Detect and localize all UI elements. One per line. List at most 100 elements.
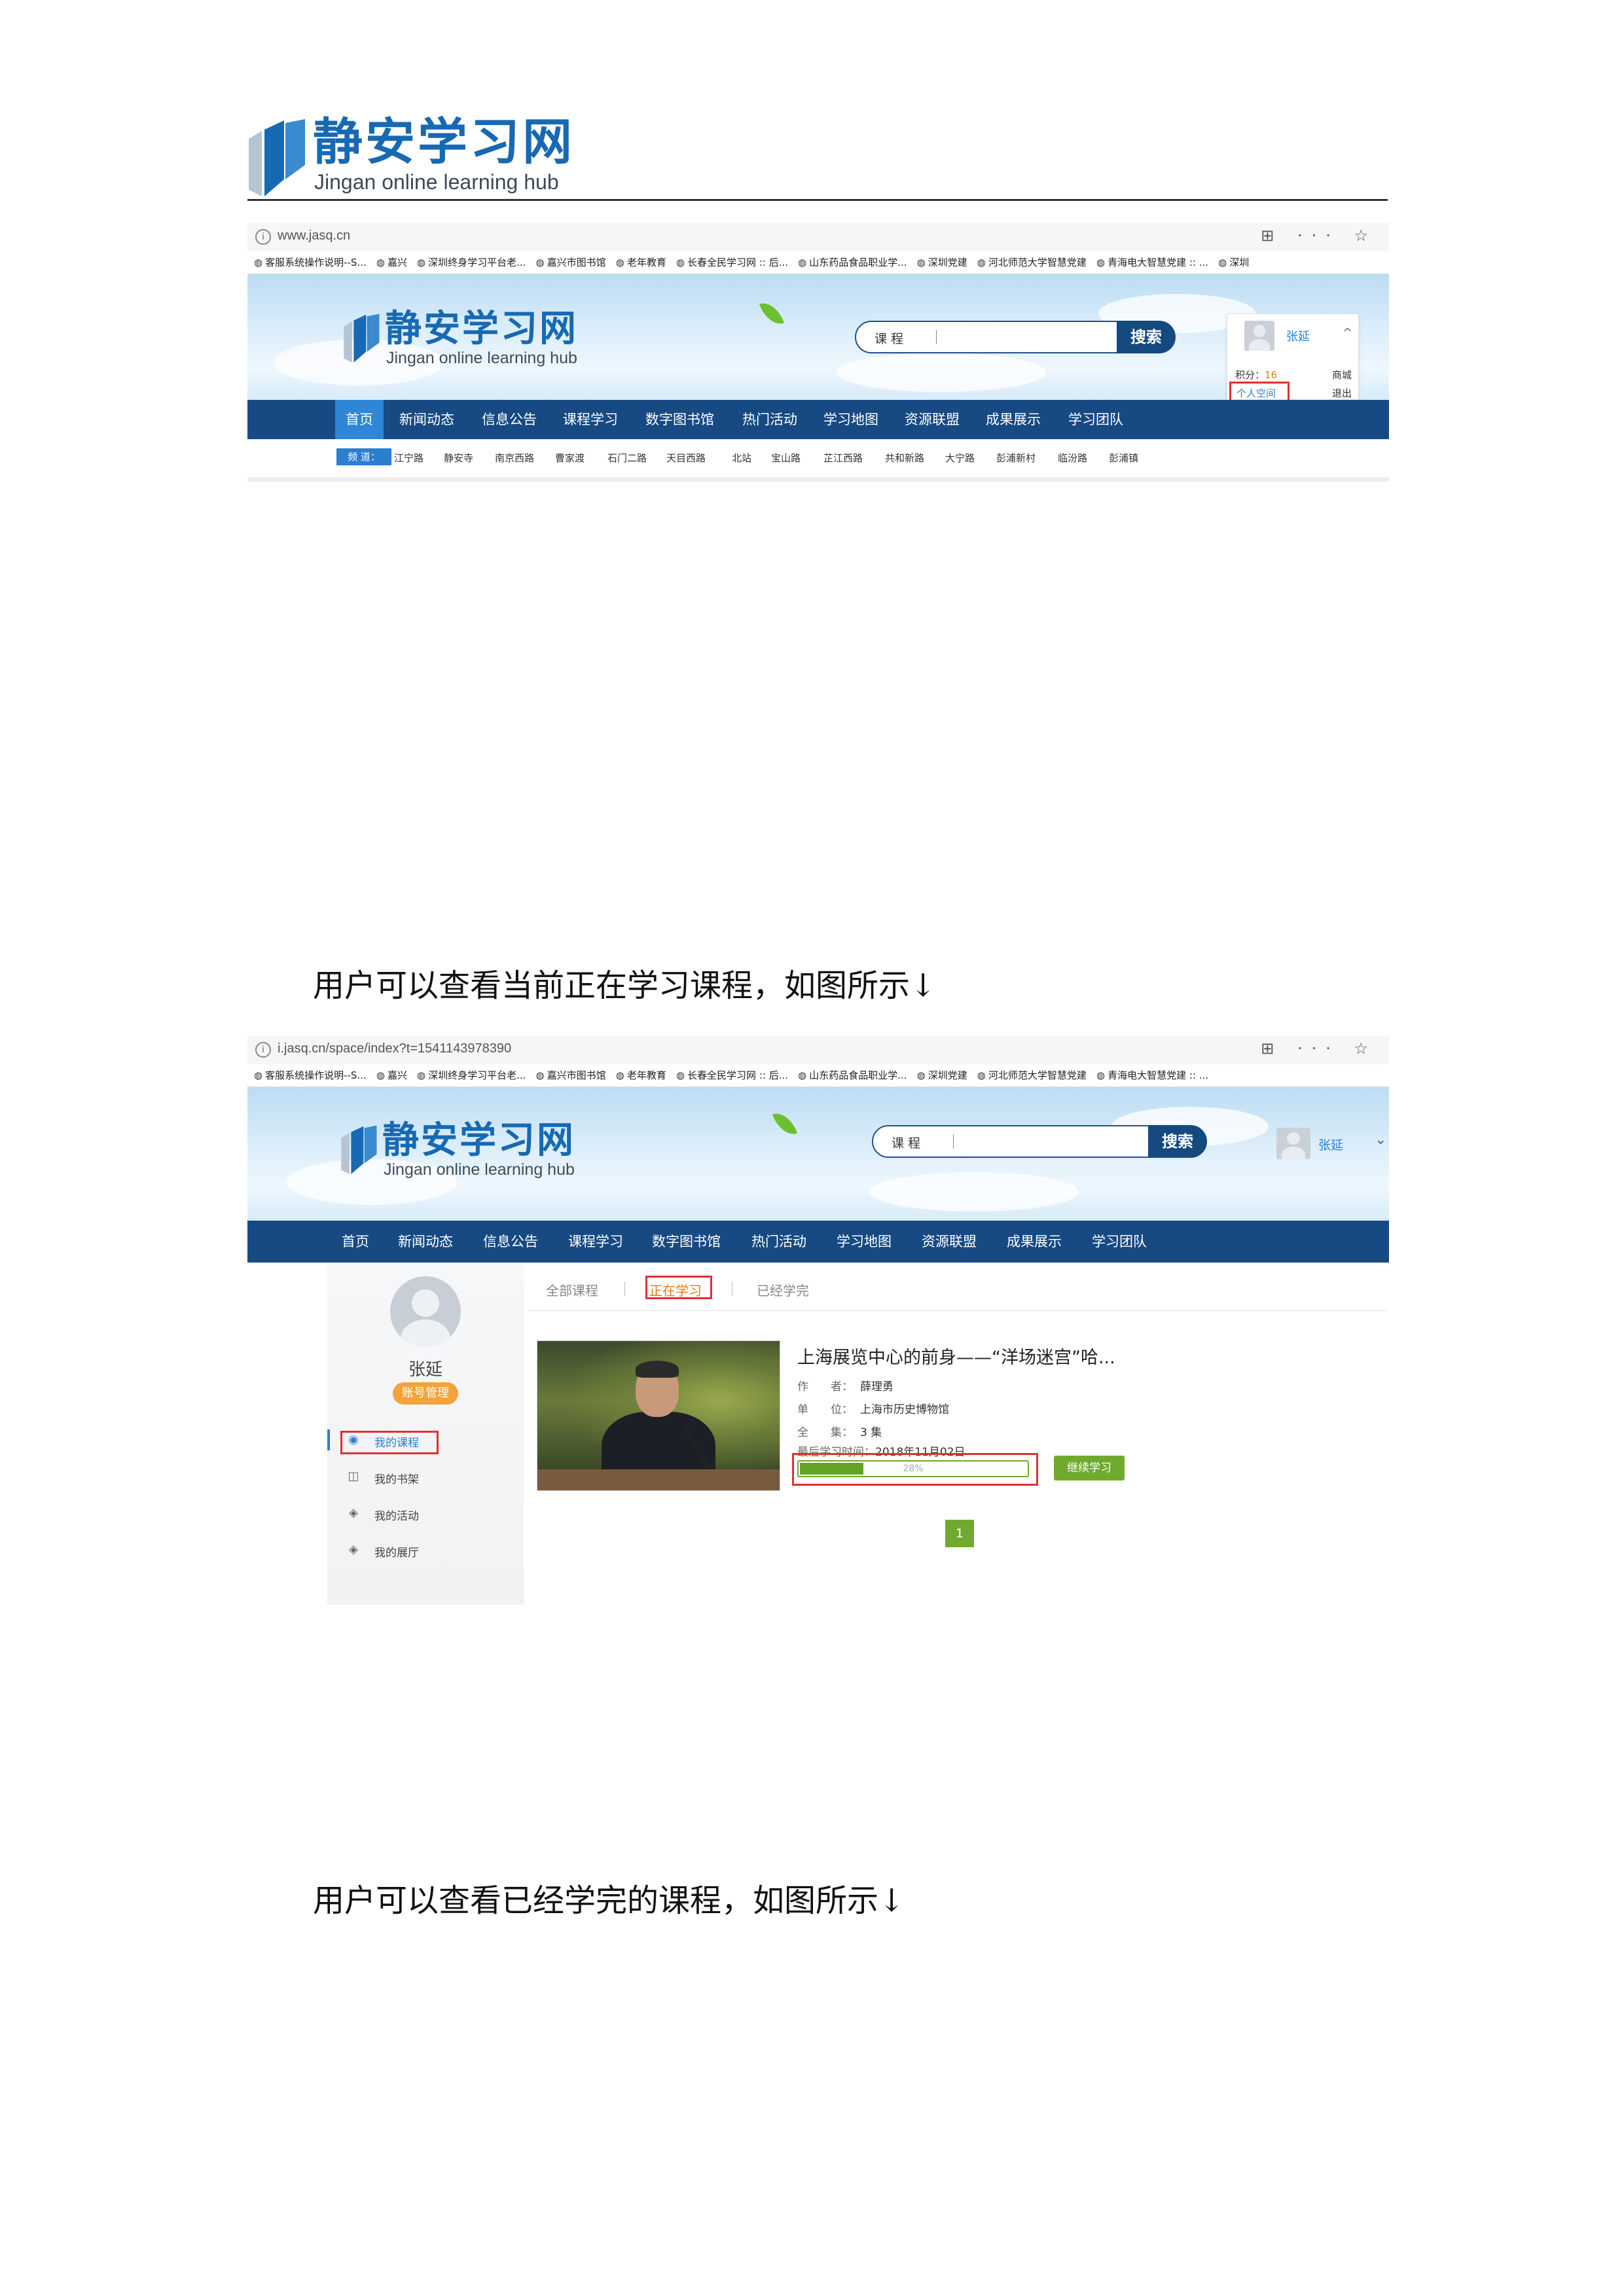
user-name[interactable]: 张延 — [1286, 327, 1310, 344]
browser-tools-icon[interactable]: ⊞ ··· ☆ — [1261, 226, 1377, 245]
nav-item[interactable]: 成果展示 — [1007, 1221, 1062, 1263]
channel-link[interactable]: 北站 — [732, 451, 751, 465]
channel-link[interactable]: 宝山路 — [771, 451, 801, 465]
bookmark-item[interactable]: 深圳终身学习平台老... — [417, 251, 526, 274]
bookmark-item[interactable]: 老年教育 — [616, 251, 666, 274]
info-icon[interactable]: i — [255, 1042, 271, 1058]
bookmark-item[interactable]: 客服系统操作说明--S... — [254, 251, 367, 274]
bookmark-item[interactable]: 青海电大智慧党建 :: ... — [1096, 1064, 1208, 1086]
mall-link[interactable]: 商城 — [1332, 368, 1352, 382]
avatar[interactable] — [1244, 321, 1274, 351]
tab-finished[interactable]: 已经学完 — [757, 1280, 809, 1299]
site-banner: 静安学习网 Jingan online learning hub 课 程 搜索 … — [247, 274, 1389, 403]
bookmark-item[interactable]: 深圳 — [1218, 251, 1249, 274]
chevron-up-icon[interactable]: ^ — [1343, 326, 1352, 340]
search-button[interactable]: 搜索 — [1148, 1125, 1207, 1158]
continue-learning-button[interactable]: 继续学习 — [1054, 1456, 1125, 1480]
bookmark-item[interactable]: 山东药品食品职业学... — [798, 1064, 907, 1086]
course-thumbnail[interactable] — [537, 1340, 780, 1491]
bookmark-item[interactable]: 嘉兴 — [376, 251, 407, 274]
address-url[interactable]: www.jasq.cn — [278, 228, 350, 243]
channel-link[interactable]: 江宁路 — [394, 451, 424, 465]
bookmark-item[interactable]: 深圳党建 — [917, 1064, 967, 1086]
book-logo-icon — [249, 119, 305, 196]
bookmark-item[interactable]: 深圳党建 — [917, 251, 967, 274]
site-logo[interactable]: 静安学习网 Jingan online learning hub — [343, 308, 605, 374]
nav-item[interactable]: 学习团队 — [1068, 400, 1123, 439]
bookmark-item[interactable]: 客服系统操作说明--S... — [254, 1064, 367, 1086]
info-icon[interactable]: i — [255, 229, 271, 245]
document-header-logo: 静安学习网 Jingan online learning hub — [247, 113, 572, 204]
sidebar-item-my-activities[interactable]: ◈ 我的活动 — [327, 1500, 524, 1526]
channel-link[interactable]: 彭浦镇 — [1109, 451, 1138, 465]
profile-name: 张延 — [408, 1360, 442, 1380]
site-logo-subtitle: Jingan online learning hub — [386, 349, 577, 367]
channel-link[interactable]: 天目西路 — [666, 451, 706, 465]
sidebar-item-my-bookshelf[interactable]: ◫ 我的书架 — [327, 1463, 524, 1490]
search-category[interactable]: 课 程 — [875, 329, 903, 347]
search-input[interactable]: 课 程 — [872, 1125, 1149, 1158]
search-input[interactable]: 课 程 — [855, 321, 1118, 353]
browser-address-bar[interactable]: i i.jasq.cn/space/index?t=1541143978390 … — [247, 1035, 1389, 1065]
bookmark-item[interactable]: 嘉兴 — [376, 1064, 407, 1086]
nav-item[interactable]: 热门活动 — [742, 400, 797, 439]
address-url[interactable]: i.jasq.cn/space/index?t=1541143978390 — [278, 1041, 511, 1056]
nav-item[interactable]: 热门活动 — [751, 1221, 806, 1263]
channel-link[interactable]: 芷江西路 — [823, 451, 863, 465]
nav-item[interactable]: 学习地图 — [837, 1221, 892, 1263]
nav-item[interactable]: 课程学习 — [568, 1221, 623, 1263]
channel-link[interactable]: 南京西路 — [495, 451, 534, 465]
site-logo[interactable]: 静安学习网 Jingan online learning hub — [340, 1120, 615, 1185]
chevron-down-icon[interactable]: ⌄ — [1375, 1132, 1386, 1148]
bookmark-item[interactable]: 老年教育 — [616, 1064, 666, 1086]
channel-link[interactable]: 静安寺 — [444, 451, 473, 465]
bookmark-item[interactable]: 嘉兴市图书馆 — [536, 1064, 606, 1086]
browser-address-bar[interactable]: i www.jasq.cn ⊞ ··· ☆ — [247, 223, 1389, 252]
nav-item[interactable]: 成果展示 — [986, 400, 1041, 439]
bookmark-item[interactable]: 青海电大智慧党建 :: ... — [1096, 251, 1208, 274]
user-name[interactable]: 张延 — [1318, 1136, 1343, 1153]
account-management-button[interactable]: 账号管理 — [393, 1382, 458, 1405]
nav-item[interactable]: 新闻动态 — [399, 400, 454, 439]
site-logo-title: 静安学习网 — [382, 1119, 575, 1162]
channel-link[interactable]: 石门二路 — [607, 451, 647, 465]
bookmark-item[interactable]: 山东药品食品职业学... — [798, 251, 907, 274]
bookmark-item[interactable]: 河北师范大学智慧党建 — [977, 1064, 1087, 1086]
nav-item[interactable]: 信息公告 — [482, 400, 537, 439]
tab-all-courses[interactable]: 全部课程 — [546, 1280, 598, 1299]
nav-item[interactable]: 数字图书馆 — [645, 400, 714, 439]
pagination-page[interactable]: 1 — [945, 1520, 974, 1547]
nav-item[interactable]: 学习地图 — [823, 400, 878, 439]
search-button[interactable]: 搜索 — [1117, 321, 1176, 353]
channel-link[interactable]: 曹家渡 — [555, 451, 585, 465]
nav-item[interactable]: 学习团队 — [1092, 1221, 1147, 1263]
nav-item[interactable]: 资源联盟 — [922, 1221, 977, 1263]
channel-link[interactable]: 大宁路 — [945, 451, 975, 465]
channel-link[interactable]: 临汾路 — [1058, 451, 1087, 465]
bookmark-item[interactable]: 河北师范大学智慧党建 — [977, 251, 1087, 274]
leaf-icon — [772, 1108, 798, 1139]
main-nav: 首页 新闻动态 信息公告 课程学习 数字图书馆 热门活动 学习地图 资源联盟 成… — [247, 1221, 1389, 1263]
sidebar-item-my-exhibition[interactable]: ◈ 我的展厅 — [327, 1537, 524, 1563]
nav-item-home[interactable]: 首页 — [335, 400, 384, 439]
nav-item-home[interactable]: 首页 — [342, 1221, 369, 1263]
profile-sidebar: 张延 账号管理 ◉ 我的课程 ◫ 我的书架 ◈ 我的活动 ◈ 我的展厅 — [327, 1263, 524, 1605]
bookmark-item[interactable]: 长春全民学习网 :: 后... — [676, 251, 788, 274]
course-title[interactable]: 上海展览中心的前身——“洋场迷宫”哈... — [797, 1343, 1115, 1369]
nav-item[interactable]: 数字图书馆 — [652, 1221, 721, 1263]
bookmark-item[interactable]: 长春全民学习网 :: 后... — [676, 1064, 788, 1086]
site-logo-title: 静安学习网 — [385, 308, 578, 350]
browser-tools-icon[interactable]: ⊞ ··· ☆ — [1261, 1039, 1377, 1058]
bookmark-item[interactable]: 深圳终身学习平台老... — [417, 1064, 526, 1086]
channel-link[interactable]: 彭浦新村 — [996, 451, 1036, 465]
channel-link[interactable]: 共和新路 — [885, 451, 924, 465]
nav-item[interactable]: 信息公告 — [483, 1221, 538, 1263]
avatar[interactable] — [390, 1276, 461, 1347]
avatar[interactable] — [1276, 1128, 1310, 1159]
nav-item[interactable]: 新闻动态 — [398, 1221, 453, 1263]
bookmark-item[interactable]: 嘉兴市图书馆 — [536, 251, 606, 274]
logout-link[interactable]: 退出 — [1332, 386, 1352, 400]
nav-item[interactable]: 课程学习 — [563, 400, 618, 439]
search-category[interactable]: 课 程 — [892, 1134, 920, 1151]
nav-item[interactable]: 资源联盟 — [905, 400, 960, 439]
